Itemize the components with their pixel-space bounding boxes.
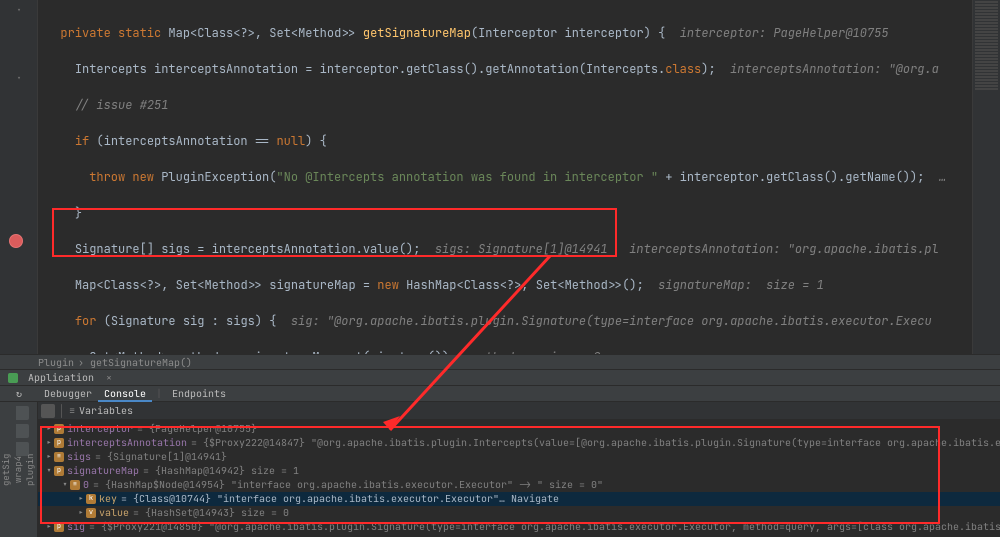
code-line: Signature[] sigs = interceptsAnnotation.… xyxy=(46,240,1000,258)
code-line: if (interceptsAnnotation == null) { xyxy=(46,132,1000,150)
close-icon[interactable]: × xyxy=(106,370,112,386)
variable-row[interactable]: ▸ p sig = {$Proxy221@14850} "@org.apache… xyxy=(38,520,1000,534)
variable-row[interactable]: ▸ v value = {HashSet@14943} size = 0 xyxy=(38,506,1000,520)
object-icon: ≡ xyxy=(70,480,80,490)
debug-toolbar-icon[interactable]: ↻ xyxy=(0,387,38,400)
fold-icon[interactable]: ▾ xyxy=(14,74,24,84)
expand-icon[interactable]: ▸ xyxy=(44,450,54,464)
code-line: throw new PluginException("No @Intercept… xyxy=(46,168,1000,186)
value-icon: v xyxy=(86,508,96,518)
breakpoint-icon[interactable] xyxy=(9,234,23,248)
key-icon: k xyxy=(86,494,96,504)
expand-icon[interactable]: ▸ xyxy=(44,422,54,436)
variable-row[interactable]: ▾ ≡ 0 = {HashMap$Node@14954} "interface … xyxy=(38,478,1000,492)
object-icon: p xyxy=(54,466,64,476)
code-line: for (Signature sig : sigs) { sig: "@org.… xyxy=(46,312,1000,330)
debug-tabs: ↻ Debugger Console | Endpoints xyxy=(0,386,1000,402)
variable-row-selected[interactable]: ▸ k key = {Class@10744} "interface org.a… xyxy=(38,492,1000,506)
code-line: Intercepts interceptsAnnotation = interc… xyxy=(46,60,1000,78)
minimap[interactable] xyxy=(972,0,1000,354)
breadcrumb-item[interactable]: Plugin xyxy=(38,356,74,369)
code-line: private static Map<Class<?>, Set<Method>… xyxy=(46,24,1000,42)
expand-icon[interactable]: ▸ xyxy=(76,506,86,520)
expand-icon[interactable]: ▸ xyxy=(44,520,54,534)
bug-icon xyxy=(8,373,18,383)
variable-row[interactable]: ▸ p interceptor = {PageHelper@10755} xyxy=(38,422,1000,436)
object-icon: ≡ xyxy=(54,452,64,462)
variable-row[interactable]: ▸ ≡ sigs = {Signature[1]@14941} xyxy=(38,450,1000,464)
code-editor[interactable]: ▾ ▾ private static Map<Class<?>, Set<Met… xyxy=(0,0,1000,354)
breadcrumb: Plugin› getSignatureMap() xyxy=(0,354,1000,370)
code-line: Map<Class<?>, Set<Method>> signatureMap … xyxy=(46,276,1000,294)
editor-gutter: ▾ ▾ xyxy=(0,0,38,354)
breadcrumb-item[interactable]: getSignatureMap() xyxy=(90,356,192,369)
object-icon: p xyxy=(54,522,64,532)
code-line: // issue #251 xyxy=(46,96,1000,114)
side-file-tabs[interactable]: getSig wrap4 plugin plugins newEx openS xyxy=(0,402,16,537)
tab-debugger[interactable]: Debugger xyxy=(38,386,98,402)
variables-title: Variables xyxy=(79,402,133,420)
variable-row[interactable]: ▾ p signatureMap = {HashMap@14942} size … xyxy=(38,464,1000,478)
tab-console[interactable]: Console xyxy=(98,386,152,402)
fold-icon[interactable]: ▾ xyxy=(14,6,24,16)
run-tool-tabs[interactable]: Application × xyxy=(0,370,1000,386)
object-icon: p xyxy=(54,438,64,448)
run-config-label: Application xyxy=(28,371,94,384)
code-line: } xyxy=(46,204,1000,222)
variable-row[interactable]: ▸ p interceptsAnnotation = {$Proxy222@14… xyxy=(38,436,1000,450)
expand-icon[interactable]: ▸ xyxy=(76,492,86,506)
variables-header: ≡ Variables xyxy=(38,402,1000,420)
object-icon: p xyxy=(54,424,64,434)
variables-panel[interactable]: ▸ p interceptor = {PageHelper@10755} ▸ p… xyxy=(38,420,1000,537)
collapse-icon[interactable]: ▾ xyxy=(44,464,54,478)
tab-endpoints[interactable]: Endpoints xyxy=(166,386,232,402)
expand-icon[interactable]: ▸ xyxy=(44,436,54,450)
collapse-icon[interactable]: ▾ xyxy=(60,478,70,492)
code-area[interactable]: private static Map<Class<?>, Set<Method>… xyxy=(38,0,1000,354)
